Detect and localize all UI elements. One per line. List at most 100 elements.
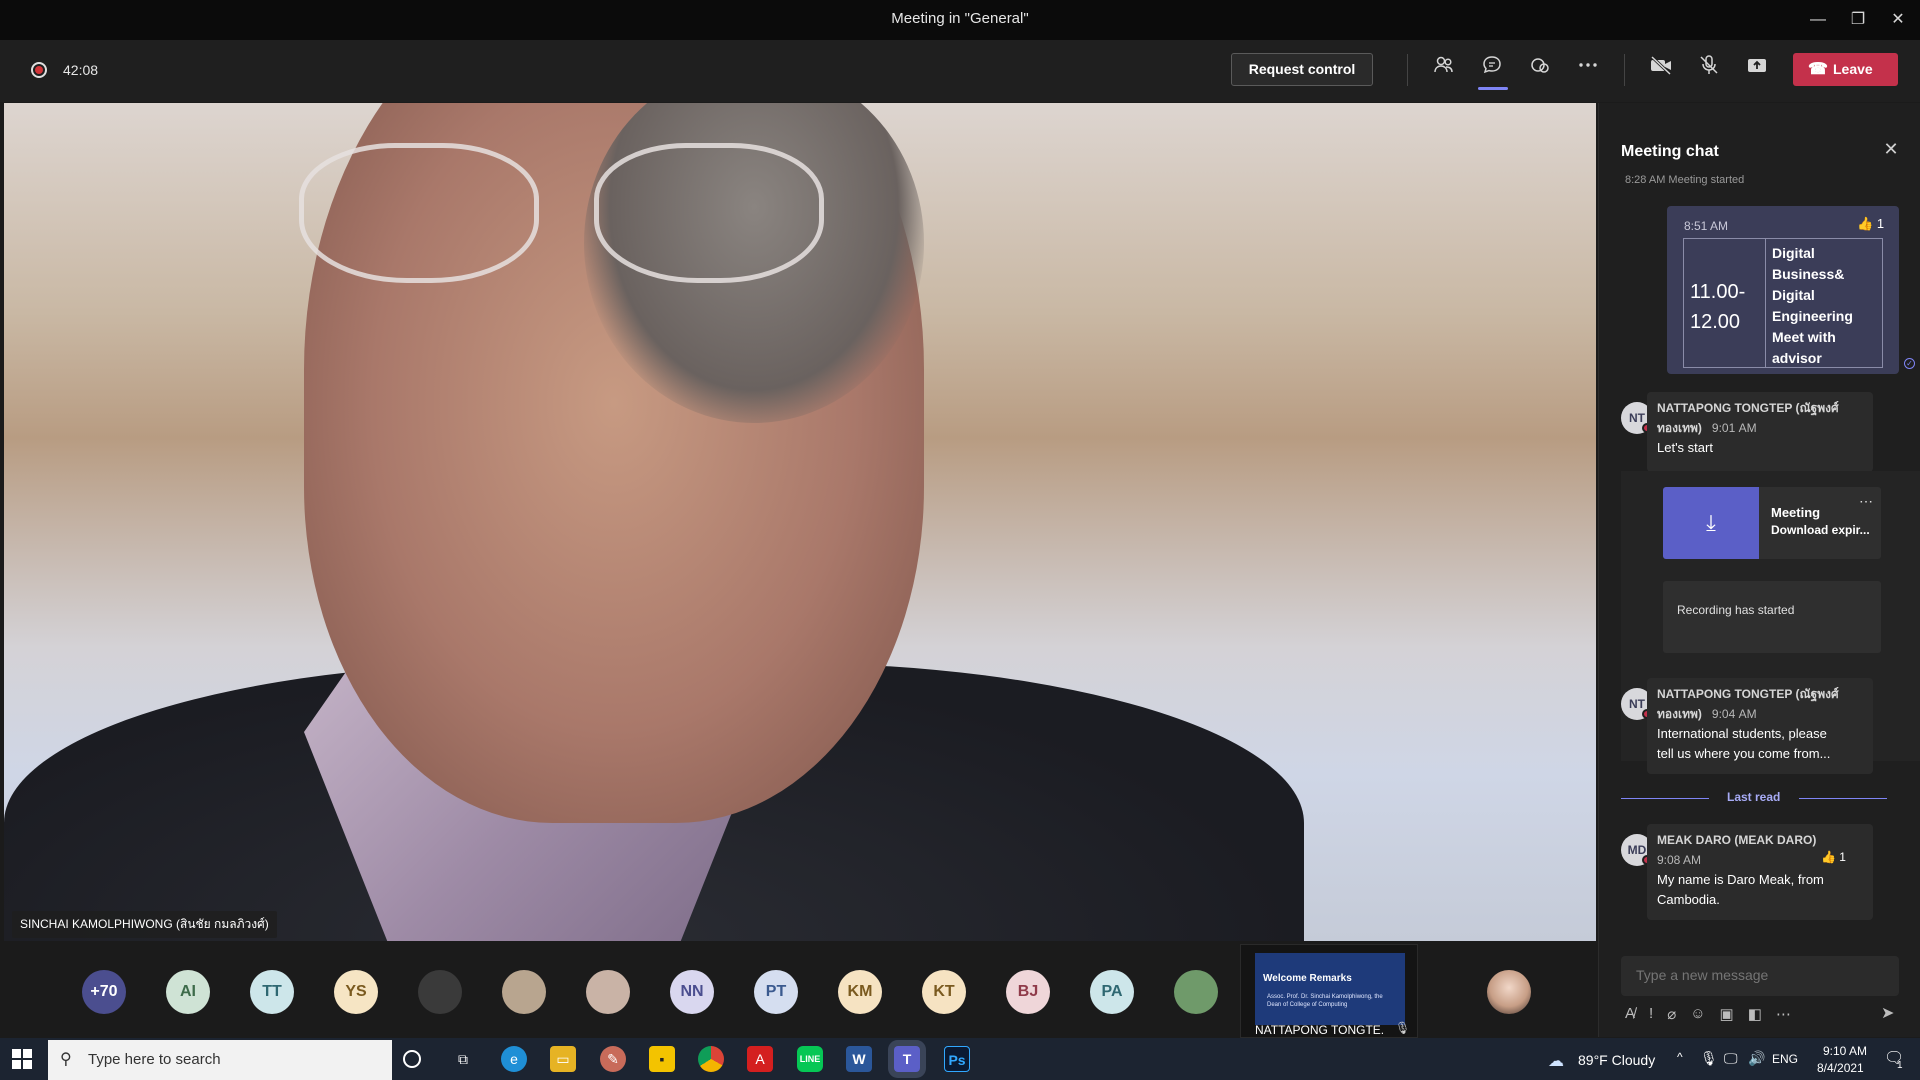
leave-button[interactable]: ☎ Leave bbox=[1793, 53, 1898, 86]
volume-icon[interactable]: 🔊 bbox=[1748, 1050, 1765, 1067]
reactions-icon[interactable] bbox=[1524, 54, 1556, 86]
participant-avatar[interactable]: PA bbox=[1090, 970, 1134, 1014]
chat-icon[interactable] bbox=[1476, 54, 1508, 86]
like-count: 1 bbox=[1839, 850, 1846, 864]
chrome-icon[interactable] bbox=[698, 1046, 724, 1072]
last-read-line-right bbox=[1799, 798, 1887, 799]
participants-icon[interactable] bbox=[1428, 54, 1460, 86]
close-window-button[interactable]: ✕ bbox=[1880, 6, 1916, 34]
teams-icon[interactable]: T bbox=[894, 1046, 920, 1072]
format-icon[interactable]: A̸ bbox=[1625, 1005, 1635, 1027]
leave-label: Leave bbox=[1833, 61, 1873, 77]
request-control-button[interactable]: Request control bbox=[1231, 53, 1373, 86]
slide-subtitle: Assoc. Prof. Dr. Sinchai Kamolphiwong, t… bbox=[1267, 994, 1383, 1008]
weather-cloud-icon[interactable]: ☁ bbox=[1548, 1051, 1564, 1071]
chat-message[interactable]: NATTAPONG TONGTEP (ณัฐพงศ์ ทองเทพ) 9:04 … bbox=[1647, 678, 1873, 774]
cortana-icon[interactable] bbox=[403, 1050, 421, 1068]
participant-avatar[interactable]: TT bbox=[250, 970, 294, 1014]
chat-message[interactable]: MEAK DARO (MEAK DARO) 9:08 AM My name is… bbox=[1647, 824, 1873, 920]
schedule-time-cell: 11.00- 12.00 bbox=[1684, 239, 1766, 367]
mic-muted-icon[interactable] bbox=[1693, 54, 1725, 86]
chat-title: Meeting chat bbox=[1621, 143, 1719, 160]
participant-avatar[interactable] bbox=[418, 970, 462, 1014]
language-indicator[interactable]: ENG bbox=[1772, 1052, 1798, 1066]
own-message-card[interactable]: 8:51 AM 👍 1 11.00- 12.00 Digital Busines… bbox=[1667, 206, 1899, 374]
glasses-left-lens bbox=[299, 143, 539, 283]
sticker-icon[interactable]: ◧ bbox=[1748, 1005, 1762, 1027]
close-chat-icon[interactable]: ✕ bbox=[1879, 139, 1903, 163]
shared-content-tile[interactable]: Welcome Remarks Assoc. Prof. Dr. Sinchai… bbox=[1240, 944, 1418, 1038]
tray-chevron-icon[interactable]: ^ bbox=[1677, 1050, 1683, 1064]
message-text-cont: tell us where you come from... bbox=[1657, 746, 1831, 761]
weather-text[interactable]: 89°F Cloudy bbox=[1578, 1052, 1655, 1068]
meeting-started-line: 8:28 AM Meeting started bbox=[1625, 174, 1745, 186]
recording-title: Meeting bbox=[1771, 505, 1821, 520]
message-time: 9:04 AM bbox=[1711, 707, 1757, 721]
own-message-time: 8:51 AM bbox=[1684, 219, 1729, 233]
main-video-feed: SINCHAI KAMOLPHIWONG (สินชัย กมลภิวงศ์) bbox=[4, 103, 1596, 941]
message-sender: NATTAPONG TONGTEP (ณัฐพงศ์ bbox=[1657, 687, 1839, 701]
download-icon[interactable]: ⤓ bbox=[1663, 487, 1759, 559]
file-explorer-icon[interactable]: ▭ bbox=[550, 1046, 576, 1072]
more-options-icon[interactable]: ⋯ bbox=[1776, 1005, 1791, 1027]
clock-date[interactable]: 8/4/2021 bbox=[1817, 1061, 1864, 1075]
recording-subtitle: Download expir... bbox=[1771, 523, 1870, 537]
participant-avatar[interactable]: KM bbox=[838, 970, 882, 1014]
slide-title: Welcome Remarks bbox=[1263, 973, 1352, 984]
participant-avatar[interactable]: NN bbox=[670, 970, 714, 1014]
attach-icon[interactable]: ⌀ bbox=[1667, 1005, 1676, 1027]
windows-start-icon[interactable] bbox=[12, 1049, 32, 1069]
toolbar-divider bbox=[1407, 54, 1408, 86]
recording-card[interactable]: ⤓ Meeting Download expir... ⋯ bbox=[1663, 487, 1881, 559]
sticky-notes-icon[interactable]: ▪ bbox=[649, 1046, 675, 1072]
schedule-table: 11.00- 12.00 Digital Business& Digital E… bbox=[1683, 238, 1883, 368]
participant-avatar[interactable]: YS bbox=[334, 970, 378, 1014]
edge-icon[interactable]: e bbox=[501, 1046, 527, 1072]
clock-time[interactable]: 9:10 AM bbox=[1823, 1044, 1867, 1058]
participant-avatar[interactable]: BJ bbox=[1006, 970, 1050, 1014]
participant-avatar[interactable]: KT bbox=[922, 970, 966, 1014]
seen-check-icon: ✓ bbox=[1904, 358, 1915, 369]
message-text: My name is Daro Meak, from bbox=[1657, 872, 1824, 887]
share-screen-icon[interactable] bbox=[1741, 54, 1773, 86]
title-bar: Meeting in "General" — ❐ ✕ bbox=[0, 0, 1920, 40]
participant-avatar[interactable] bbox=[586, 970, 630, 1014]
participant-avatar[interactable]: AI bbox=[166, 970, 210, 1014]
tray-mic-icon[interactable]: 🎙 bbox=[1700, 1050, 1718, 1067]
like-count: 1 bbox=[1876, 216, 1885, 231]
acrobat-icon[interactable]: A bbox=[747, 1046, 773, 1072]
paint-icon[interactable]: ✎ bbox=[600, 1046, 626, 1072]
priority-icon[interactable]: ! bbox=[1649, 1005, 1653, 1027]
emoji-icon[interactable]: ☺ bbox=[1690, 1005, 1705, 1027]
camera-off-icon[interactable] bbox=[1645, 54, 1677, 86]
meeting-chat-panel: Meeting chat ✕ 8:28 AM Meeting started 8… bbox=[1598, 103, 1920, 1037]
schedule-description-cell: Digital Business& Digital Engineering Me… bbox=[1772, 245, 1853, 366]
window-title: Meeting in "General" bbox=[891, 10, 1029, 27]
participant-avatar[interactable] bbox=[502, 970, 546, 1014]
taskbar-search-box[interactable]: ⚲ Type here to search bbox=[48, 1040, 392, 1080]
photoshop-icon[interactable]: Ps bbox=[944, 1046, 970, 1072]
chat-message[interactable]: NATTAPONG TONGTEP (ณัฐพงศ์ ทองเทพ) 9:01 … bbox=[1647, 392, 1873, 472]
send-icon[interactable]: ➤ bbox=[1881, 1003, 1894, 1023]
compose-box[interactable] bbox=[1621, 956, 1899, 996]
gif-icon[interactable]: ▣ bbox=[1720, 1005, 1734, 1027]
task-view-icon[interactable]: ⧉ bbox=[450, 1046, 476, 1072]
network-icon[interactable]: 🖵 bbox=[1724, 1050, 1738, 1067]
participant-avatar[interactable] bbox=[1174, 970, 1218, 1014]
recording-more-icon[interactable]: ⋯ bbox=[1859, 493, 1873, 510]
minimize-button[interactable]: — bbox=[1800, 6, 1836, 34]
participant-avatar[interactable]: PT bbox=[754, 970, 798, 1014]
line-app-icon[interactable]: LINE bbox=[797, 1046, 823, 1072]
more-participants-badge[interactable]: +70 bbox=[82, 970, 126, 1014]
word-icon[interactable]: W bbox=[846, 1046, 872, 1072]
message-time: 9:01 AM bbox=[1711, 421, 1757, 435]
self-view-avatar[interactable] bbox=[1487, 970, 1531, 1014]
message-input[interactable] bbox=[1621, 956, 1899, 994]
like-reaction[interactable]: 👍 1 bbox=[1821, 850, 1846, 864]
restore-button[interactable]: ❐ bbox=[1840, 6, 1876, 34]
more-actions-icon[interactable] bbox=[1572, 54, 1604, 86]
like-reaction[interactable]: 👍 1 bbox=[1857, 216, 1884, 232]
hang-up-icon: ☎ bbox=[1808, 61, 1828, 78]
message-sender-cont: ทองเทพ) bbox=[1657, 707, 1702, 721]
notification-count: 1 bbox=[1897, 1060, 1903, 1071]
